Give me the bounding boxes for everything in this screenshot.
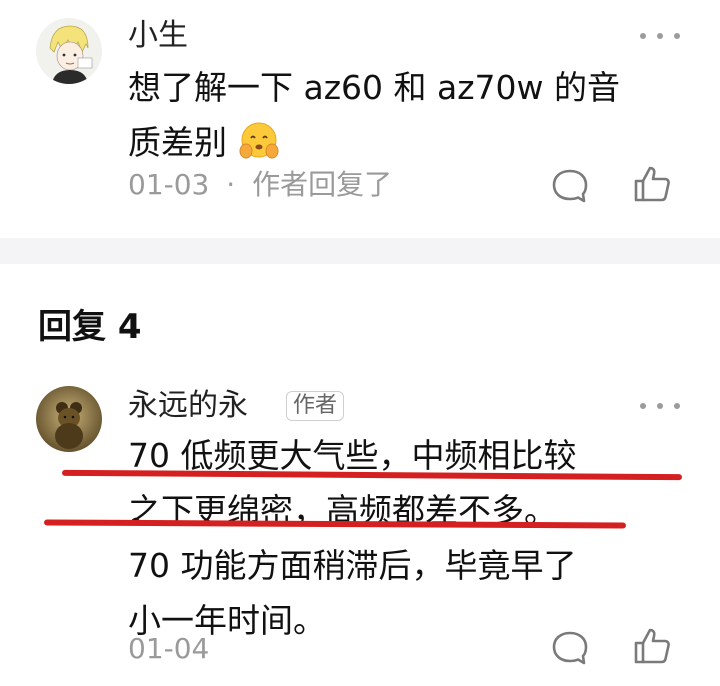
avatar[interactable]	[36, 386, 102, 452]
username[interactable]: 小生	[128, 18, 188, 54]
more-dots-icon[interactable]	[640, 396, 680, 416]
comment-meta: 01-03 · 作者回复了	[128, 168, 392, 202]
comment-date: 01-03	[128, 168, 210, 201]
reply-text: 70 低频更大气些，中频相比较 之下更绵密，高频都差不多。 70 功能方面稍滞后…	[128, 428, 576, 648]
avatar[interactable]	[36, 18, 102, 84]
comment-bubble-icon[interactable]	[550, 166, 590, 206]
top-comment: 小生 想了解一下 az60 和 az70w 的音 质差别 01-03 · 作者回…	[0, 0, 720, 238]
reply-text-line: 70 功能方面稍滞后，毕竟早了	[128, 546, 577, 585]
meta-separator: ·	[226, 168, 236, 201]
author-badge: 作者	[286, 391, 345, 421]
reply-date: 01-04	[128, 632, 210, 665]
section-divider	[0, 238, 720, 264]
comment-bubble-icon[interactable]	[550, 628, 590, 668]
replies-header: 回复 4	[38, 307, 142, 347]
thumbs-up-icon[interactable]	[632, 626, 672, 666]
comment-text: 想了解一下 az60 和 az70w 的音 质差别	[128, 60, 620, 178]
more-dots-icon[interactable]	[640, 26, 680, 46]
author-replied-link[interactable]: 作者回复了	[252, 168, 392, 201]
reply-text-line: 之下更绵密，高频都差不多。	[128, 491, 557, 530]
username[interactable]: 永远的永	[128, 388, 248, 424]
comment-text-line: 想了解一下 az60 和 az70w 的音	[128, 68, 621, 107]
thumbs-up-icon[interactable]	[632, 164, 672, 204]
